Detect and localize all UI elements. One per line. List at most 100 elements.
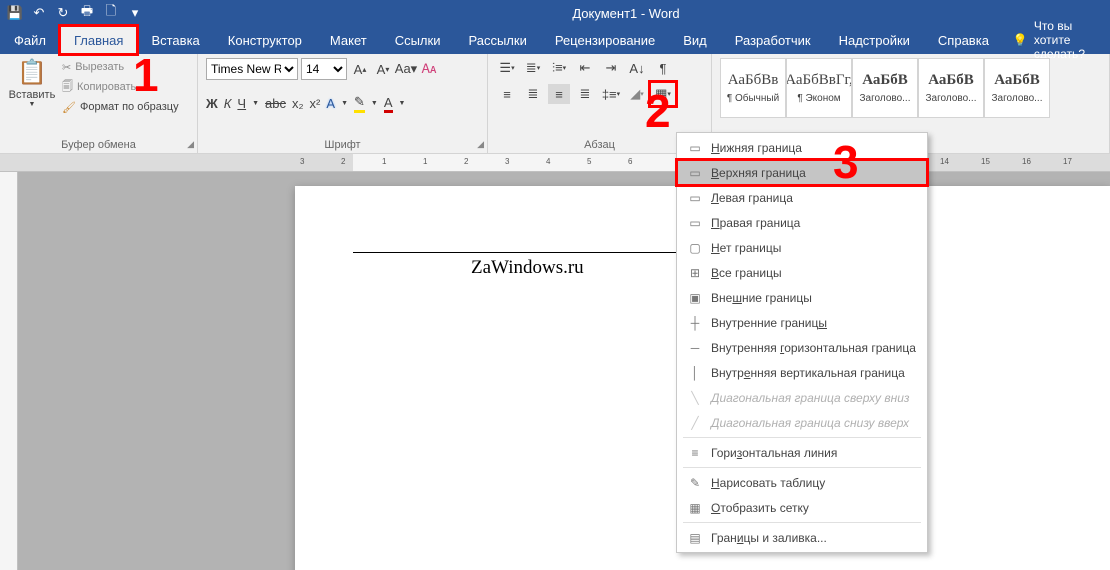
paste-icon: 📋 (17, 58, 47, 87)
tab-review[interactable]: Рецензирование (541, 26, 669, 54)
style-item[interactable]: АаБбВЗаголово... (918, 58, 984, 118)
align-left-icon[interactable]: ≡ (496, 84, 518, 104)
menu-separator (683, 467, 921, 468)
copy-button[interactable]: 🗐Копировать (62, 78, 179, 96)
bullets-icon[interactable]: ☰▾ (496, 58, 518, 78)
font-size-select[interactable]: 14 (301, 58, 347, 80)
document-area: 321123456 14151617 ZaWindows.ru (0, 154, 1110, 570)
menu-item[interactable]: ✎Нарисовать таблицу (677, 470, 927, 495)
subscript-button[interactable]: x₂ (292, 96, 304, 111)
menu-item[interactable]: ⊞Все границы (677, 260, 927, 285)
style-item[interactable]: АаБбВвГг,¶ Эконом (786, 58, 852, 118)
bold-button[interactable]: Ж (206, 96, 218, 111)
grow-font-icon[interactable]: A▴ (350, 59, 370, 79)
tab-file[interactable]: Файл (0, 26, 60, 54)
menu-item[interactable]: ≡Горизонтальная линия (677, 440, 927, 465)
indent-increase-icon[interactable]: ⇥ (600, 58, 622, 78)
menu-item[interactable]: ▢Нет границы (677, 235, 927, 260)
superscript-button[interactable]: x² (310, 96, 321, 111)
menu-item[interactable]: ▣Внешние границы (677, 285, 927, 310)
menu-item-label: Левая граница (711, 191, 793, 205)
align-right-icon[interactable]: ≡ (548, 84, 570, 104)
highlight-button[interactable]: ✎ (354, 94, 365, 113)
dialog-launcher-icon[interactable]: ◢ (187, 139, 194, 150)
border-option-icon: ≡ (687, 446, 703, 460)
style-item[interactable]: АаБбВЗаголово... (984, 58, 1050, 118)
menu-item-label: Нижняя граница (711, 141, 802, 155)
menu-item[interactable]: ─Внутренняя горизонтальная граница (677, 335, 927, 360)
ruler-tick: 15 (981, 157, 990, 166)
undo-icon[interactable]: ↶ (28, 2, 50, 24)
tell-me[interactable]: 💡 Что вы хотите сделать? (1003, 26, 1110, 54)
save-icon[interactable]: 💾 (4, 2, 26, 24)
tab-references[interactable]: Ссылки (381, 26, 455, 54)
line-spacing-icon[interactable]: ‡≡▾ (600, 84, 622, 104)
italic-button[interactable]: К (224, 96, 232, 111)
border-option-icon: ▭ (687, 166, 703, 180)
tab-insert[interactable]: Вставка (137, 26, 213, 54)
tab-developer[interactable]: Разработчик (721, 26, 825, 54)
tab-layout[interactable]: Макет (316, 26, 381, 54)
ruler-tick: 2 (341, 157, 345, 166)
menu-item[interactable]: ▤Границы и заливка... (677, 525, 927, 550)
new-doc-icon[interactable]: 🗋 (100, 2, 122, 24)
tab-addins[interactable]: Надстройки (825, 26, 924, 54)
menu-item-label: Границы и заливка... (711, 531, 827, 545)
shrink-font-icon[interactable]: A▾ (373, 59, 393, 79)
font-name-select[interactable]: Times New R (206, 58, 298, 80)
ruler-tick: 2 (464, 157, 468, 166)
tab-home[interactable]: Главная (60, 26, 137, 54)
horizontal-ruler[interactable]: 321123456 14151617 (0, 154, 1110, 172)
qat-more-icon[interactable]: ▾ (124, 2, 146, 24)
numbering-icon[interactable]: ≣▾ (522, 58, 544, 78)
menu-item[interactable]: │Внутренняя вертикальная граница (677, 360, 927, 385)
borders-button[interactable]: ▦▾ (652, 84, 674, 104)
redo-icon[interactable]: ↻ (52, 2, 74, 24)
change-case-icon[interactable]: Aa▾ (396, 59, 416, 79)
multilevel-icon[interactable]: ⫶≡▾ (548, 58, 570, 78)
tab-design[interactable]: Конструктор (214, 26, 316, 54)
shading-icon[interactable]: ◢▾ (626, 84, 648, 104)
menu-item[interactable]: ▭Правая граница (677, 210, 927, 235)
ruler-tick: 1 (423, 157, 427, 166)
menu-item[interactable]: ▭ Левая граница (677, 185, 927, 210)
style-name: Заголово... (985, 93, 1049, 104)
tab-mailings[interactable]: Рассылки (454, 26, 540, 54)
border-option-icon: ╱ (687, 416, 703, 430)
format-painter-button[interactable]: 🖌Формат по образцу (62, 98, 179, 116)
quick-access-toolbar: 💾 ↶ ↻ 🖶 🗋 ▾ (4, 2, 146, 24)
tab-help[interactable]: Справка (924, 26, 1003, 54)
menu-item[interactable]: ▭ Верхняя граница (677, 160, 927, 185)
cut-button[interactable]: ✂Вырезать (62, 58, 179, 76)
underline-button[interactable]: Ч (237, 96, 246, 111)
style-name: Заголово... (853, 93, 917, 104)
clear-format-icon[interactable]: 🗛 (419, 59, 439, 79)
ruler-tick: 1 (382, 157, 386, 166)
menu-item[interactable]: ▦Отобразить сетку (677, 495, 927, 520)
menu-item[interactable]: ┼Внутренние границы (677, 310, 927, 335)
text-effects-button[interactable]: A (326, 96, 335, 111)
menu-separator (683, 437, 921, 438)
quick-print-icon[interactable]: 🖶 (76, 2, 98, 24)
format-painter-label: Формат по образцу (80, 101, 179, 113)
paste-button[interactable]: 📋 Вставить ▼ (8, 58, 56, 108)
style-preview: АаБбВвГг, (786, 72, 852, 89)
style-item[interactable]: АаБбВЗаголово... (852, 58, 918, 118)
border-option-icon: ▭ (687, 191, 703, 205)
font-color-button[interactable]: A (384, 95, 393, 113)
style-item[interactable]: АаБбВв¶ Обычный (720, 58, 786, 118)
show-marks-icon[interactable]: ¶ (652, 58, 674, 78)
border-option-icon: ▦ (687, 501, 703, 515)
align-justify-icon[interactable]: ≣ (574, 84, 596, 104)
vertical-ruler[interactable] (0, 172, 18, 570)
menu-item[interactable]: ▭Нижняя граница (677, 135, 927, 160)
window-title: Документ1 - Word (146, 6, 1106, 21)
tab-view[interactable]: Вид (669, 26, 721, 54)
align-center-icon[interactable]: ≣ (522, 84, 544, 104)
strike-button[interactable]: abc (265, 96, 286, 111)
indent-decrease-icon[interactable]: ⇤ (574, 58, 596, 78)
menu-item-label: Верхняя граница (711, 166, 806, 180)
sort-icon[interactable]: A↓ (626, 58, 648, 78)
dialog-launcher-icon[interactable]: ◢ (477, 139, 484, 150)
titlebar: 💾 ↶ ↻ 🖶 🗋 ▾ Документ1 - Word (0, 0, 1110, 26)
